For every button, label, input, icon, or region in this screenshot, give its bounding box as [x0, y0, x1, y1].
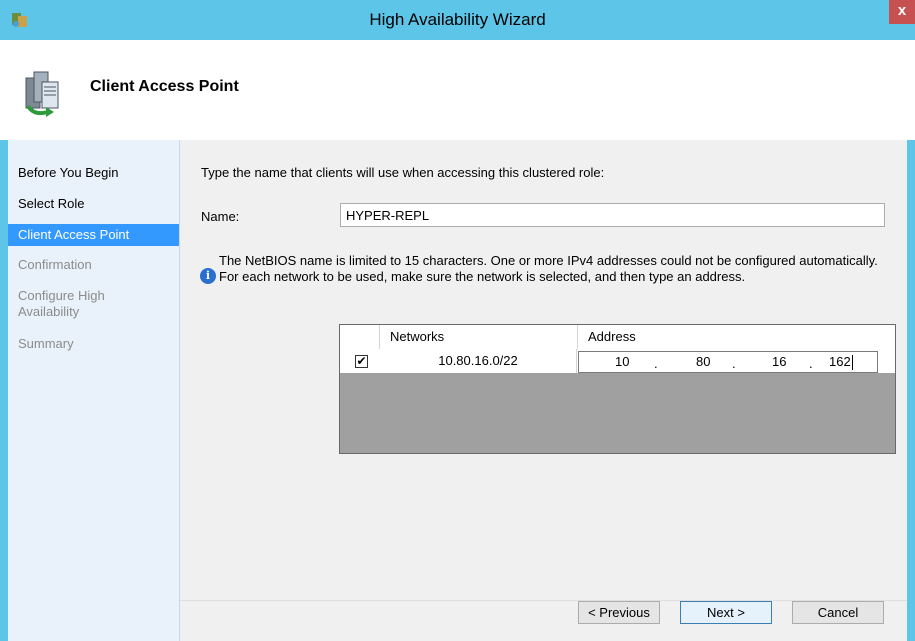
ip-octet-3[interactable]: 16: [772, 354, 786, 369]
nav-step-configure-high-availability: Configure High Availability: [18, 288, 105, 319]
step-content: Type the name that clients will use when…: [180, 140, 907, 641]
ip-separator: .: [732, 356, 736, 371]
info-icon: i: [200, 268, 216, 284]
ip-octet-4[interactable]: 162: [829, 354, 851, 369]
table-row: ✔ 10.80.16.0/22 10 . 80 . 16 . 162: [340, 349, 895, 373]
wizard-window: High Availability Wizard x Client Access…: [0, 0, 915, 641]
text-caret: [852, 355, 853, 370]
network-cell: 10.80.16.0/22: [380, 349, 577, 373]
nav-step-confirmation: Confirmation: [18, 257, 92, 272]
grid-header-select: [340, 325, 380, 349]
ip-octet-1[interactable]: 10: [615, 354, 629, 369]
name-label: Name:: [201, 209, 240, 224]
nav-step-before-you-begin[interactable]: Before You Begin: [8, 165, 179, 181]
nav-step-select-role[interactable]: Select Role: [8, 196, 179, 212]
wizard-banner: Client Access Point: [0, 40, 915, 140]
ip-octet-2[interactable]: 80: [696, 354, 710, 369]
network-grid: Networks Address ✔ 10.80.16.0/22 10 . 80…: [339, 324, 896, 454]
previous-button[interactable]: < Previous: [578, 601, 660, 624]
cancel-button[interactable]: Cancel: [792, 601, 884, 624]
info-message: The NetBIOS name is limited to 15 charac…: [219, 253, 878, 284]
title-bar: High Availability Wizard x: [0, 0, 915, 40]
ip-address-field[interactable]: 10 . 80 . 16 . 162: [578, 351, 878, 373]
nav-step-summary: Summary: [18, 336, 74, 351]
grid-header-address[interactable]: Address: [578, 325, 895, 349]
grid-header-networks[interactable]: Networks: [380, 325, 578, 349]
nav-step-client-access-point[interactable]: Client Access Point: [8, 224, 179, 246]
wizard-body: Before You Begin Select Role Client Acce…: [8, 140, 907, 641]
next-button[interactable]: Next >: [680, 601, 772, 624]
close-button[interactable]: x: [889, 0, 915, 24]
ip-separator: .: [809, 356, 813, 371]
name-input[interactable]: [340, 203, 885, 227]
name-prompt: Type the name that clients will use when…: [201, 165, 605, 180]
step-navigation: Before You Begin Select Role Client Acce…: [8, 140, 180, 641]
network-checkbox[interactable]: ✔: [355, 355, 368, 368]
grid-header: Networks Address: [340, 325, 895, 350]
window-title: High Availability Wizard: [369, 10, 546, 29]
ip-separator: .: [654, 356, 658, 371]
cluster-wizard-icon: [25, 71, 59, 117]
page-title: Client Access Point: [90, 78, 239, 95]
